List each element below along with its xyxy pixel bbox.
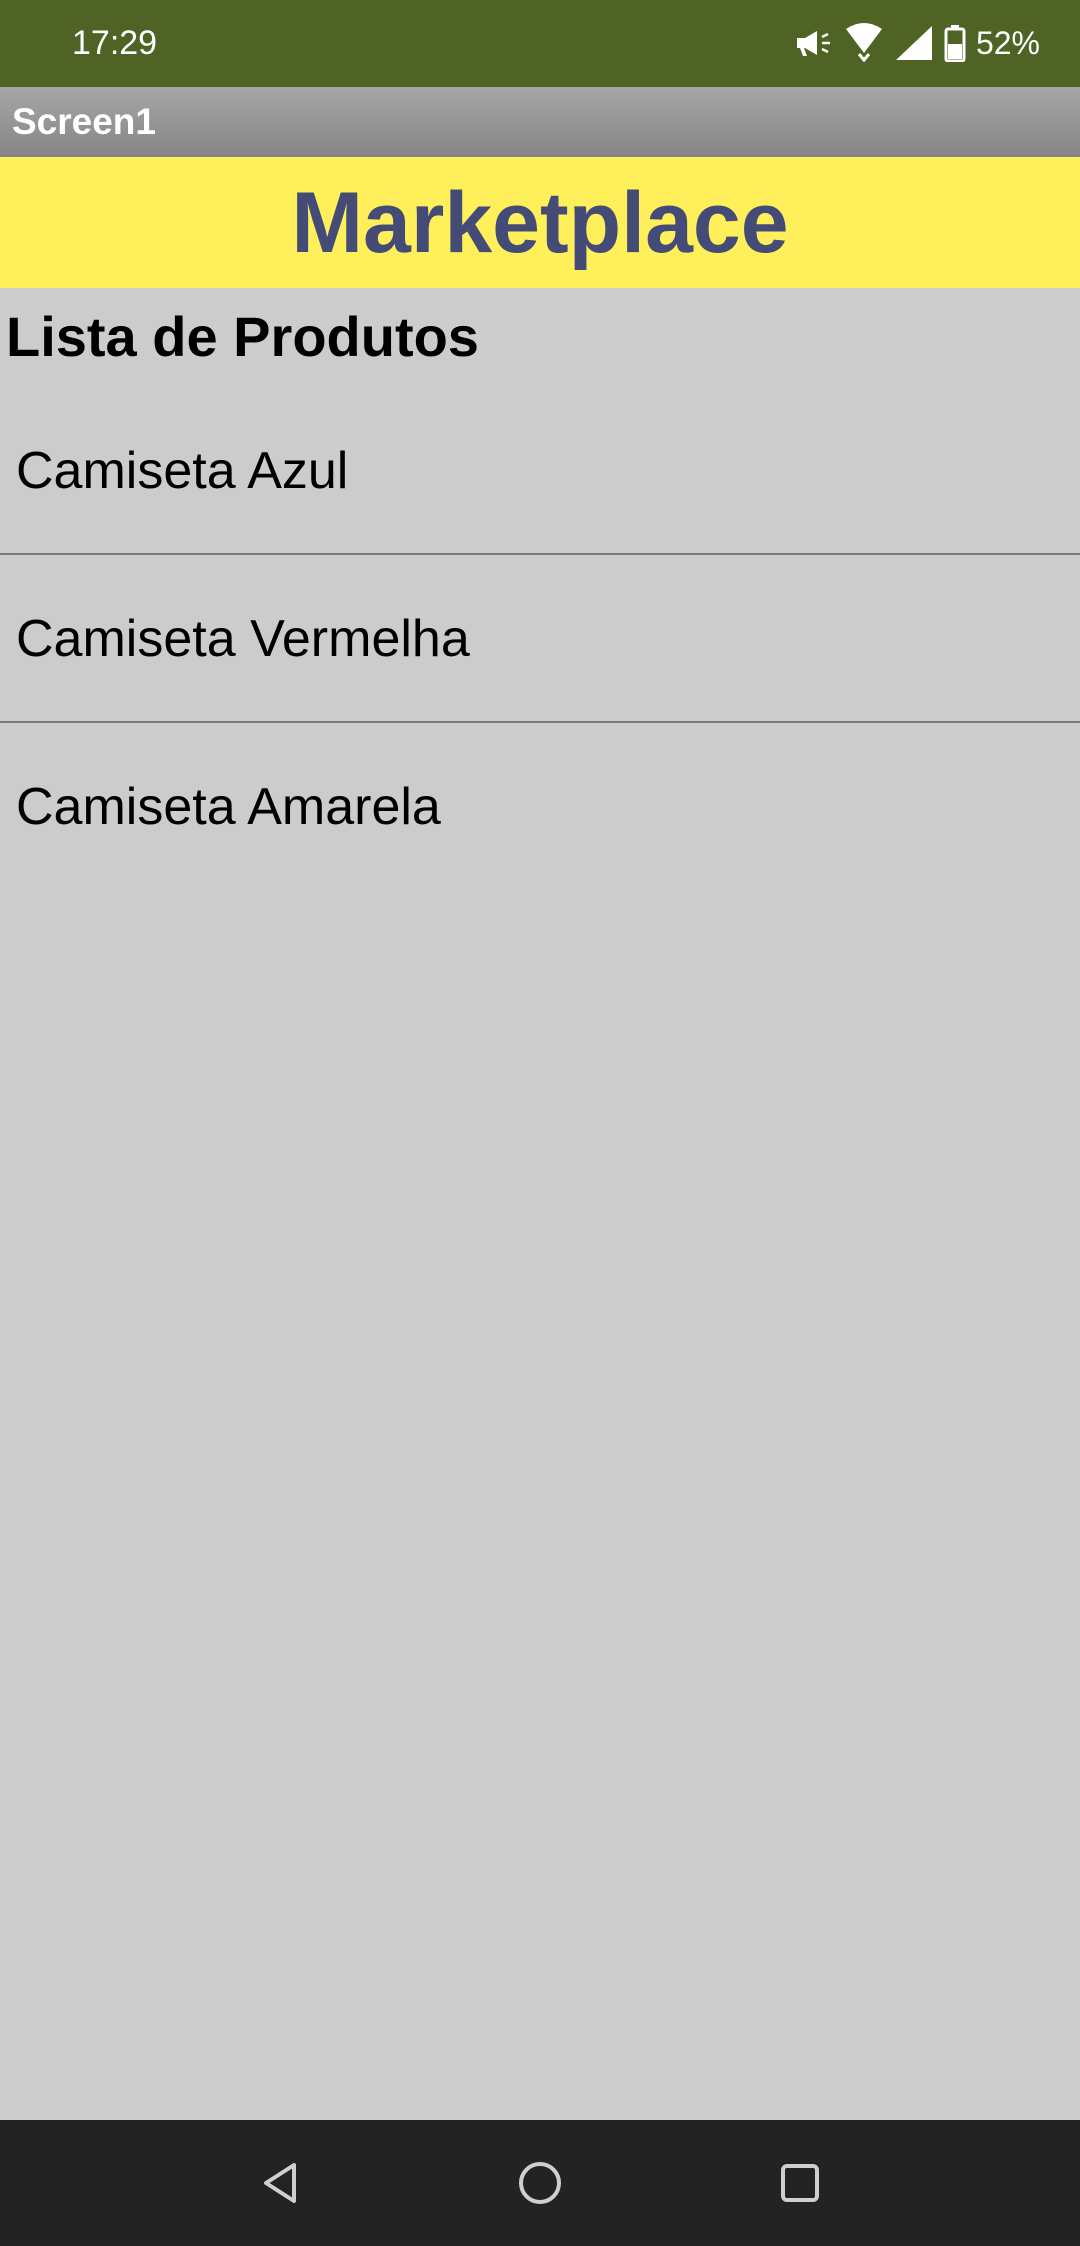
- battery-percent: 52%: [975, 25, 1040, 61]
- screen-title: Screen1: [12, 101, 156, 142]
- home-button[interactable]: [510, 2153, 570, 2213]
- back-icon: [264, 2163, 296, 2203]
- megaphone-icon: [796, 31, 830, 56]
- product-list: Camiseta Azul Camiseta Vermelha Camiseta…: [0, 387, 1080, 891]
- status-bar: 17:29 52%: [0, 0, 1080, 87]
- recents-button[interactable]: [770, 2153, 830, 2213]
- product-list-heading: Lista de Produtos: [6, 305, 479, 368]
- signal-icon: [895, 26, 932, 60]
- status-time: 17:29: [72, 24, 158, 62]
- list-item-label: Camiseta Azul: [16, 442, 349, 500]
- list-item-label: Camiseta Vermelha: [16, 610, 470, 668]
- status-icons: 52%: [794, 20, 1040, 66]
- list-item[interactable]: Camiseta Vermelha: [0, 555, 1080, 723]
- recents-icon: [781, 2164, 819, 2202]
- navigation-bar: [0, 2120, 1080, 2246]
- home-icon: [519, 2162, 561, 2204]
- back-button[interactable]: [250, 2153, 310, 2213]
- battery-icon: [944, 25, 966, 62]
- app-title-bar: Screen1: [0, 87, 1080, 157]
- list-item[interactable]: Camiseta Azul: [0, 387, 1080, 555]
- list-item-label: Camiseta Amarela: [16, 778, 441, 836]
- wifi-icon: [845, 23, 882, 63]
- marketplace-banner: Marketplace: [0, 157, 1080, 288]
- list-item[interactable]: Camiseta Amarela: [0, 723, 1080, 891]
- banner-title: Marketplace: [291, 174, 789, 271]
